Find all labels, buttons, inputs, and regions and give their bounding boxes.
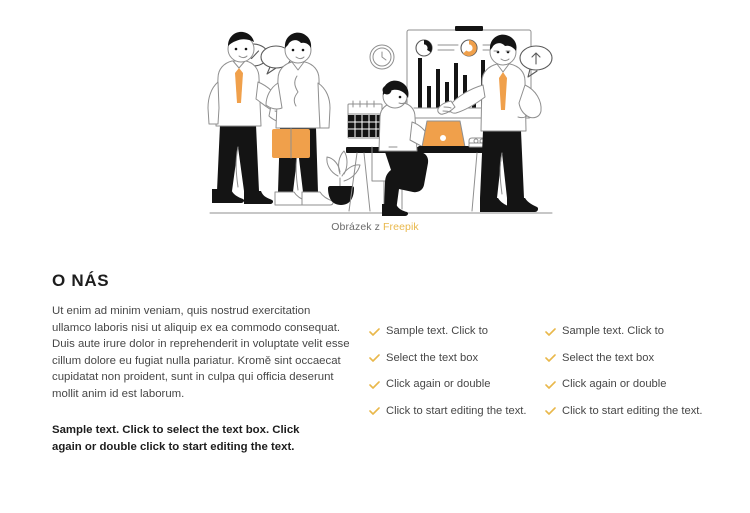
list-item: Sample text. Click to: [545, 324, 725, 338]
check-list-2: Sample text. Click to Select the text bo…: [545, 324, 725, 418]
seated-legs: [384, 152, 429, 211]
check-list-1: Sample text. Click to Select the text bo…: [369, 324, 544, 418]
list-item: Click to start editing the text.: [369, 404, 544, 418]
business-team-illustration: .ln { fill:none; stroke:#8f8f8f; stroke-…: [207, 26, 553, 216]
check-icon: [369, 404, 380, 418]
left-man-shoe-2: [244, 191, 274, 204]
list-item: Click again or double: [545, 377, 725, 391]
check-icon: [369, 377, 380, 391]
orange-laptop: [418, 120, 470, 149]
intro-column: Ut enim ad minim veniam, quis nostrud ex…: [52, 303, 352, 403]
check-icon: [545, 351, 556, 365]
board-mount: [455, 26, 483, 31]
intro-paragraph: Ut enim ad minim veniam, quis nostrud ex…: [52, 305, 350, 400]
office-group: [346, 26, 553, 216]
list-item-label: Click to start editing the text.: [562, 404, 703, 417]
presenter-trousers: [480, 131, 524, 198]
page-title: O NÁS: [52, 271, 110, 290]
check-icon: [545, 404, 556, 418]
check-icon: [369, 351, 380, 365]
check-column-1: Sample text. Click to Select the text bo…: [369, 324, 544, 418]
left-man-shoe-1: [212, 189, 245, 203]
illustration-block: .ln { fill:none; stroke:#8f8f8f; stroke-…: [0, 0, 750, 246]
check-icon: [545, 324, 556, 338]
about-section: O NÁS Ut enim ad minim veniam, quis nost…: [0, 246, 750, 513]
list-item-label: Click again or double: [562, 378, 667, 390]
list-item: Select the text box: [369, 351, 544, 365]
right-man-arm-back: [317, 82, 331, 129]
check-icon: [369, 324, 380, 338]
list-item: Click to start editing the text.: [545, 404, 725, 418]
check-icon: [545, 377, 556, 391]
list-item-label: Sample text. Click to: [386, 325, 488, 337]
freepik-link[interactable]: Freepik: [383, 221, 419, 233]
right-man-shoe-2: [301, 191, 334, 206]
highlight-paragraph: Sample text. Click to select the text bo…: [52, 424, 300, 453]
list-item-label: Sample text. Click to: [562, 325, 664, 337]
list-item-label: Select the text box: [562, 351, 655, 364]
list-item-label: Click to start editing the text.: [386, 404, 527, 417]
list-item-label: Click again or double: [386, 378, 491, 390]
image-credit: Obrázek z Freepik: [0, 221, 750, 233]
presenter-shoe-1: [480, 198, 512, 212]
wall-clock: [369, 44, 395, 70]
handshake-group: [207, 31, 334, 206]
seated-hair-bun: [382, 85, 392, 95]
image-credit-prefix: Obrázek z: [331, 221, 384, 233]
presenter-shoe-2: [507, 198, 539, 212]
list-item: Select the text box: [545, 351, 725, 365]
left-man-trousers: [217, 125, 259, 191]
right-man-tshirt: [275, 61, 321, 129]
list-item: Click again or double: [369, 377, 544, 391]
list-item-label: Select the text box: [386, 351, 479, 364]
seated-shoe: [382, 204, 409, 216]
wall-calendar: [347, 100, 383, 139]
check-column-2: Sample text. Click to Select the text bo…: [545, 324, 725, 418]
left-man-arm-back: [207, 81, 220, 125]
list-item: Sample text. Click to: [369, 324, 544, 338]
potted-plant: [326, 150, 361, 205]
